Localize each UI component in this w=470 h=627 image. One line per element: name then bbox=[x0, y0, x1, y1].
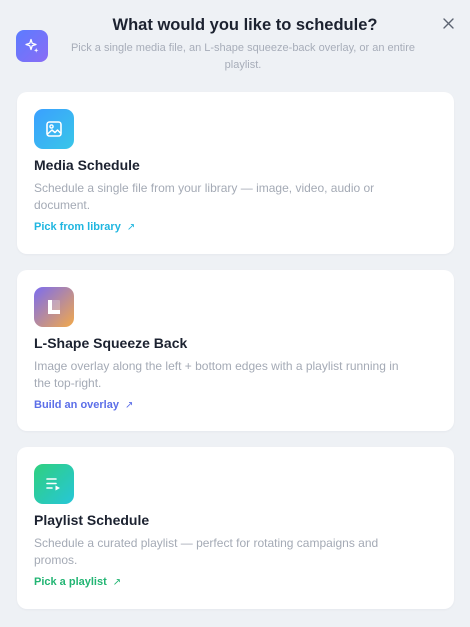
build-an-overlay-link[interactable]: Build an overlay ↗ bbox=[34, 399, 133, 411]
pick-from-library-link[interactable]: Pick from library ↗ bbox=[34, 221, 135, 233]
option-card-media-schedule[interactable]: Media Schedule Schedule a single file fr… bbox=[17, 92, 454, 254]
card-link-label: Pick a playlist bbox=[34, 576, 107, 588]
l-shape-icon bbox=[34, 287, 74, 327]
pick-a-playlist-link[interactable]: Pick a playlist ↗ bbox=[34, 576, 121, 588]
option-card-playlist-schedule[interactable]: Playlist Schedule Schedule a curated pla… bbox=[17, 447, 454, 609]
close-button[interactable] bbox=[440, 15, 456, 31]
option-card-l-shape[interactable]: L-Shape Squeeze Back Image overlay along… bbox=[17, 270, 454, 431]
arrow-up-right-icon: ↗ bbox=[126, 221, 136, 233]
playlist-icon bbox=[34, 464, 74, 504]
card-title: L-Shape Squeeze Back bbox=[34, 335, 188, 351]
card-link-label: Pick from library bbox=[34, 221, 121, 233]
image-icon bbox=[34, 109, 74, 149]
card-link-label: Build an overlay bbox=[34, 399, 119, 411]
sparkles-icon bbox=[16, 30, 48, 62]
dialog-subtitle: Pick a single media file, an L-shape squ… bbox=[70, 42, 416, 71]
card-title: Playlist Schedule bbox=[34, 512, 150, 528]
arrow-up-right-icon: ↗ bbox=[124, 399, 134, 411]
card-description: Schedule a single file from your library… bbox=[34, 181, 375, 212]
close-icon bbox=[442, 17, 454, 29]
card-title: Media Schedule bbox=[34, 157, 140, 173]
card-description: Schedule a curated playlist — perfect fo… bbox=[34, 536, 379, 567]
dialog-title: What would you like to schedule? bbox=[112, 16, 378, 34]
arrow-up-right-icon: ↗ bbox=[112, 576, 122, 588]
dialog-header: What would you like to schedule? Pick a … bbox=[0, 0, 470, 80]
card-description: Image overlay along the left + bottom ed… bbox=[34, 359, 399, 390]
